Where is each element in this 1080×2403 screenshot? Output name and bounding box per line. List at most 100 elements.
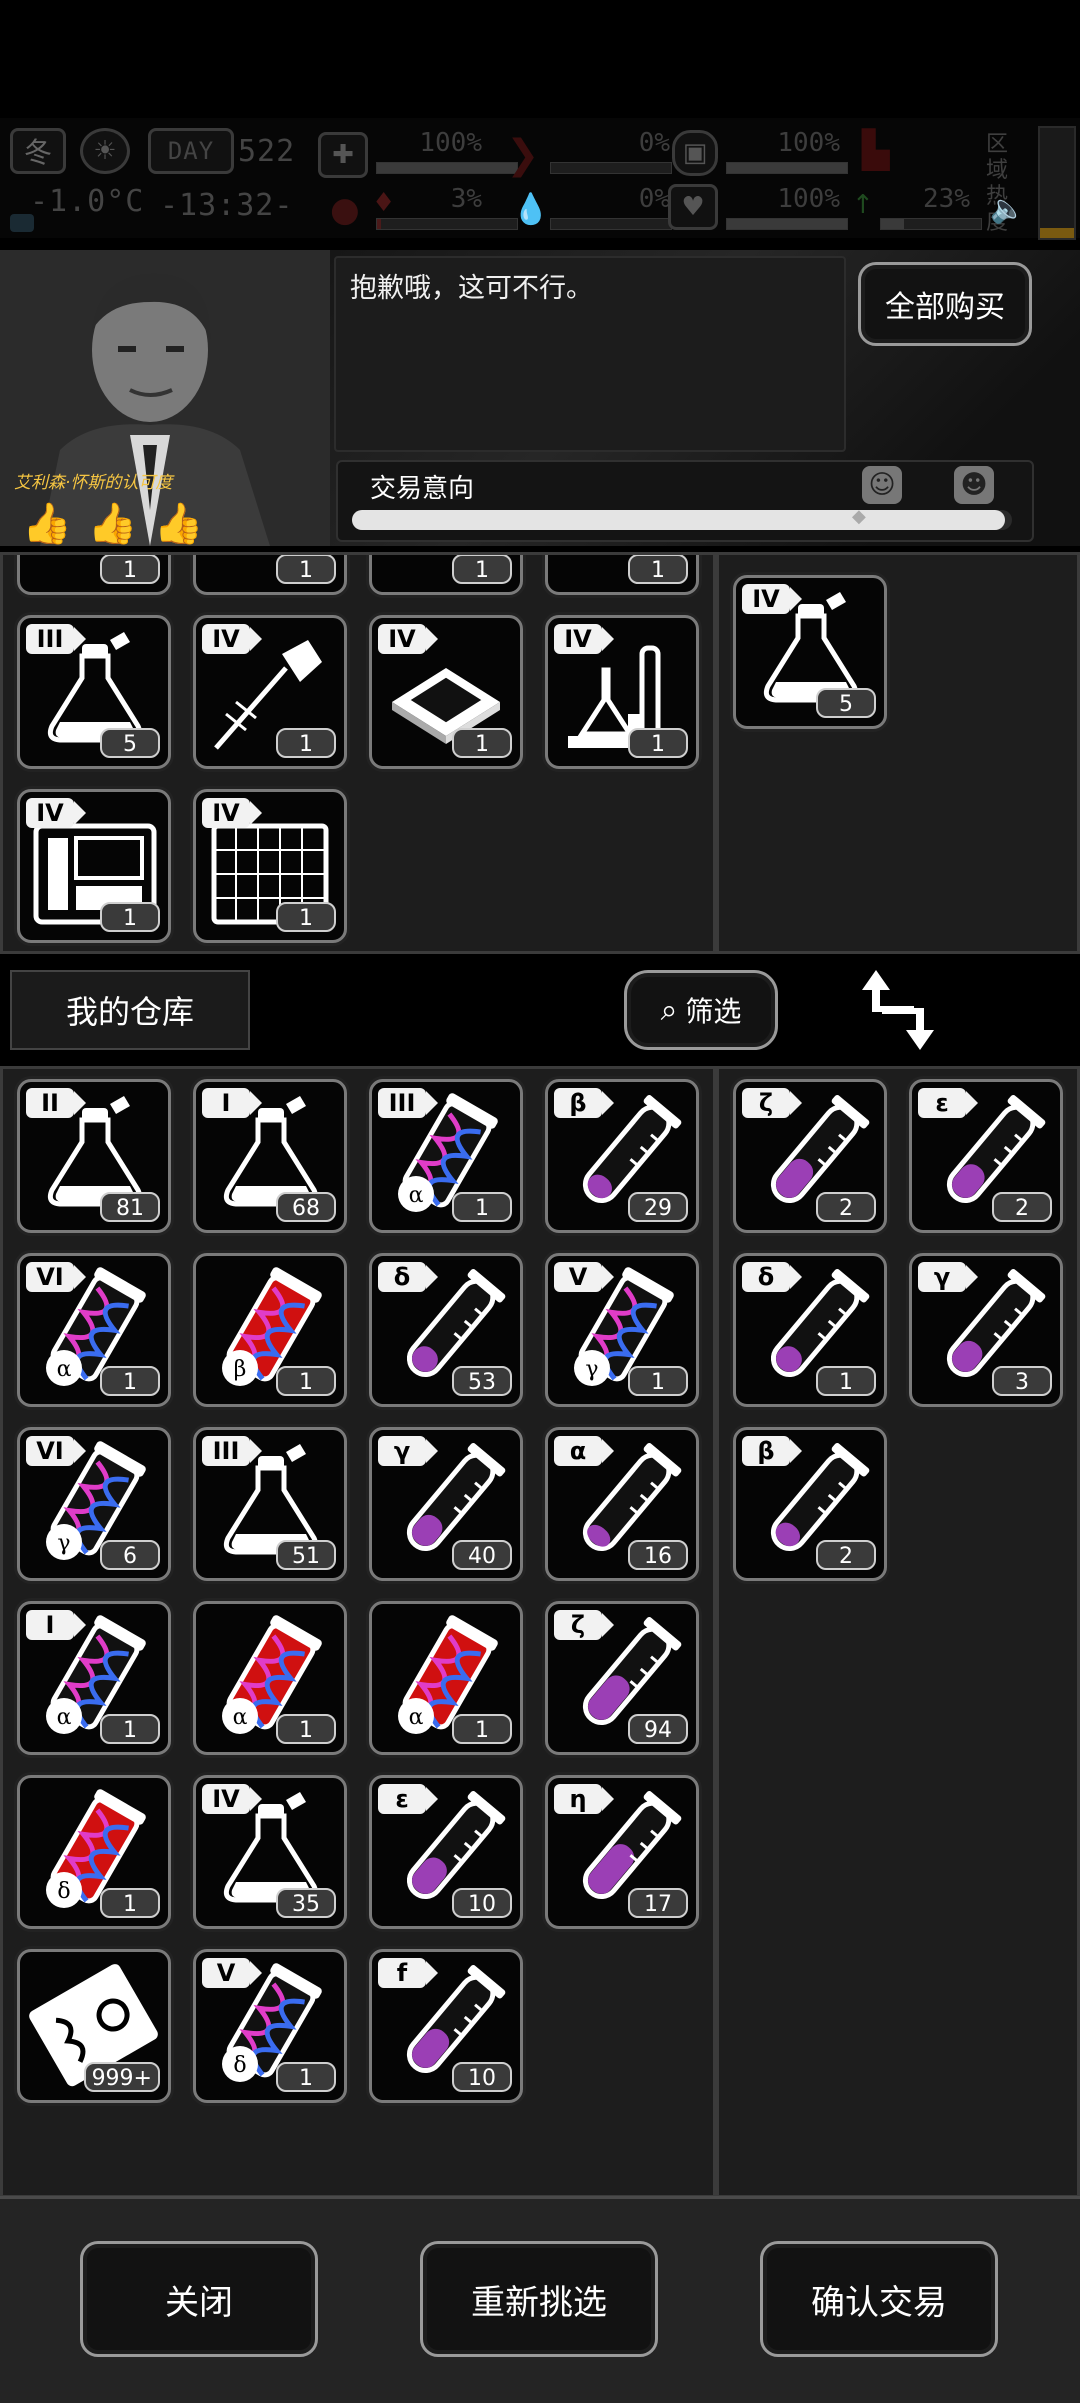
filter-button[interactable]: ⌕ 筛选	[624, 970, 778, 1050]
inventory-slot[interactable]: IV 1	[17, 789, 171, 943]
heart-bar	[726, 218, 848, 230]
item-tier-tag: VI	[26, 1436, 86, 1466]
inventory-slot[interactable]: II 81	[17, 1079, 171, 1233]
item-count: 1	[100, 1888, 160, 1918]
day-count: 522	[238, 134, 296, 169]
close-button[interactable]: 关闭	[80, 2241, 318, 2357]
weather-sun-icon: ☀	[80, 128, 130, 174]
item-tier-tag: V	[554, 1262, 614, 1292]
svg-text:δ: δ	[57, 1879, 70, 1904]
item-count: 1	[276, 555, 336, 584]
inventory-slot[interactable]: α1	[369, 1601, 523, 1755]
trader-speech-text: 抱歉哦，这可不行。	[350, 273, 593, 304]
inventory-slot[interactable]: α 16	[545, 1427, 699, 1581]
item-count: 1	[452, 555, 512, 584]
item-count: 1	[276, 728, 336, 758]
trade-intent-label: 交易意向	[370, 474, 475, 504]
item-tier-tag: β	[554, 1088, 614, 1118]
confirm-trade-button[interactable]: 确认交易	[760, 2241, 998, 2357]
inventory-slot[interactable]: γ V 1	[545, 1253, 699, 1407]
my-inventory-panel: II 81 I 68 α III 1 β 29 α VI 1 β 1 δ 53 …	[0, 1066, 716, 2198]
item-tier-tag: α	[554, 1436, 614, 1466]
inventory-slot[interactable]: IV 1	[545, 615, 699, 769]
inventory-slot[interactable]: IV 1	[193, 789, 347, 943]
inventory-slot[interactable]: 1	[369, 555, 523, 595]
filter-label: 筛选	[685, 995, 742, 1028]
region-heat-gauge	[1038, 126, 1076, 240]
inventory-slot[interactable]: α I 1	[17, 1601, 171, 1755]
speaker-icon: 🔈	[990, 192, 1025, 225]
inventory-slot[interactable]: β2	[733, 1427, 887, 1581]
item-count: 999+	[83, 2062, 160, 2092]
inventory-slot[interactable]: γ VI 6	[17, 1427, 171, 1581]
item-tier-tag: III	[378, 1088, 438, 1118]
item-tier-tag: I	[26, 1610, 86, 1640]
trader-offer-grid: IV 5	[719, 555, 1077, 951]
svg-text:α: α	[409, 1183, 424, 1208]
inventory-slot[interactable]: III 51	[193, 1427, 347, 1581]
inventory-slot[interactable]: γ3	[909, 1253, 1063, 1407]
trade-intent-panel: 交易意向 ☺ ☻ ◆	[336, 460, 1034, 542]
inventory-slot[interactable]: 1	[193, 555, 347, 595]
item-tier-tag: δ	[742, 1262, 802, 1292]
inventory-slot[interactable]: ε2	[909, 1079, 1063, 1233]
item-count: 17	[628, 1888, 688, 1918]
reselect-button[interactable]: 重新挑选	[420, 2241, 658, 2357]
trader-speech-bubble: 抱歉哦，这可不行。	[334, 256, 846, 452]
item-count: 5	[816, 688, 876, 718]
trader-inventory-grid: 1 1 1 1 III 5 IV 1 IV 1 IV 1 IV 1 IV 1	[3, 555, 713, 951]
inventory-slot[interactable]: f 10	[369, 1949, 523, 2103]
inventory-slot[interactable]: ε 10	[369, 1775, 523, 1929]
inventory-slot[interactable]: β1	[193, 1253, 347, 1407]
inventory-slot[interactable]: β 29	[545, 1079, 699, 1233]
inventory-slot[interactable]: I 68	[193, 1079, 347, 1233]
inventory-slot[interactable]: IV 35	[193, 1775, 347, 1929]
item-count: 3	[992, 1366, 1052, 1396]
thumbs-up-icon: 👍	[87, 501, 138, 547]
item-tier-tag: VI	[26, 1262, 86, 1292]
inventory-slot[interactable]: δ1	[733, 1253, 887, 1407]
inventory-slot[interactable]: 1	[17, 555, 171, 595]
inventory-slot[interactable]: γ 40	[369, 1427, 523, 1581]
inventory-slot[interactable]: δ 53	[369, 1253, 523, 1407]
my-offer-grid: ζ2 ε2 δ1 γ 3 β 2	[719, 1069, 1077, 2195]
inventory-slot[interactable]: ζ2	[733, 1079, 887, 1233]
inventory-slot[interactable]: α VI 1	[17, 1253, 171, 1407]
item-count: 5	[100, 728, 160, 758]
item-count: 1	[628, 1366, 688, 1396]
buy-all-button[interactable]: 全部购买	[858, 262, 1032, 346]
inventory-slot[interactable]: III 5	[17, 615, 171, 769]
inventory-slot[interactable]: 999+	[17, 1949, 171, 2103]
item-count: 94	[628, 1714, 688, 1744]
inventory-slot[interactable]: η 17	[545, 1775, 699, 1929]
inventory-slot[interactable]: IV 5	[733, 575, 887, 729]
inventory-slot[interactable]: 1	[545, 555, 699, 595]
swap-icon[interactable]	[856, 966, 940, 1058]
heart-pct: 100%	[777, 184, 840, 214]
inventory-slot[interactable]: δ V 1	[193, 1949, 347, 2103]
item-count: 1	[100, 902, 160, 932]
inventory-slot[interactable]: ζ 94	[545, 1601, 699, 1755]
armor-bar	[726, 162, 848, 174]
item-tier-tag: IV	[202, 1784, 262, 1814]
item-count: 1	[276, 1366, 336, 1396]
item-count: 2	[816, 1192, 876, 1222]
temperature: -1.0°C	[30, 184, 145, 219]
trader-inventory-panel: 1 1 1 1 III 5 IV 1 IV 1 IV 1 IV 1 IV 1	[0, 552, 716, 954]
item-tier-tag: IV	[202, 624, 262, 654]
bleed-bar	[376, 218, 518, 230]
inventory-slot[interactable]: IV 1	[369, 615, 523, 769]
status-bar: 冬 ☀ DAY 522 -1.0°C -13:32- ✚ 100% ● 3% ♦…	[0, 118, 1080, 240]
inventory-slot[interactable]: α III 1	[369, 1079, 523, 1233]
inventory-slot[interactable]: α1	[193, 1601, 347, 1755]
svg-text:γ: γ	[585, 1357, 598, 1382]
item-tier-tag: I	[202, 1088, 262, 1118]
item-tier-tag: III	[202, 1436, 262, 1466]
item-count: 35	[276, 1888, 336, 1918]
inventory-slot[interactable]: δ1	[17, 1775, 171, 1929]
temperature-icon	[10, 214, 34, 232]
inventory-slot[interactable]: IV 1	[193, 615, 347, 769]
thirst-pct: 0%	[638, 184, 670, 214]
trade-intent-bar	[352, 510, 1012, 530]
item-count: 1	[100, 1366, 160, 1396]
